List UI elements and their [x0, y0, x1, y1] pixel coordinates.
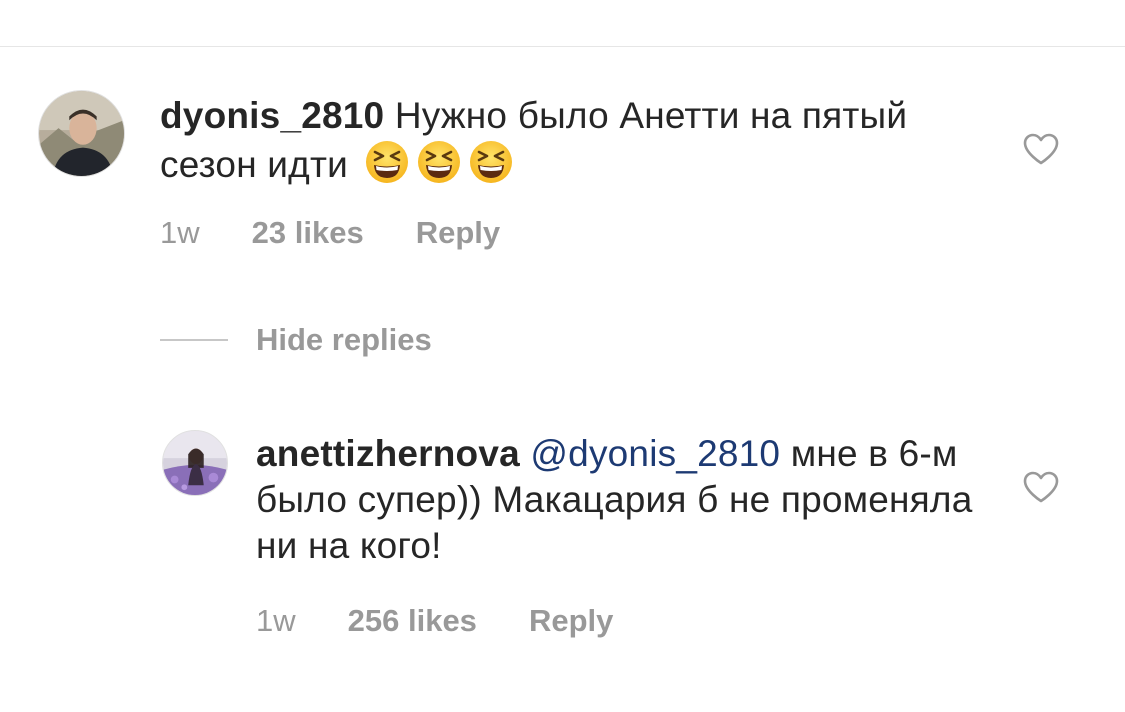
reply-time: 1w	[256, 603, 296, 638]
top-divider	[0, 46, 1125, 47]
hide-replies-label: Hide replies	[256, 322, 432, 357]
comment-text: dyonis_2810 Нужно было Анетти на пятый с…	[160, 93, 960, 188]
comment-likes[interactable]: 23 likes	[252, 215, 364, 251]
avatar[interactable]	[162, 430, 228, 496]
comment-meta: 1w 23 likes Reply	[160, 215, 500, 251]
reply-likes[interactable]: 256 likes	[348, 603, 477, 639]
reply-mention[interactable]: @dyonis_2810	[530, 433, 780, 474]
reply-username[interactable]: anettizhernova	[256, 433, 520, 474]
reply-meta: 1w 256 likes Reply	[256, 603, 613, 639]
laughing-face-icon	[468, 139, 514, 185]
comment-time: 1w	[160, 215, 200, 250]
reply-text: anettizhernova @dyonis_2810 мне в 6-м бы…	[256, 431, 976, 569]
avatar[interactable]	[38, 90, 125, 177]
comment-username[interactable]: dyonis_2810	[160, 95, 384, 136]
hide-replies-line	[160, 339, 228, 341]
emoji-group	[358, 141, 514, 185]
reply-button[interactable]: Reply	[529, 603, 613, 639]
heart-icon[interactable]	[1022, 132, 1060, 166]
reply-button[interactable]: Reply	[416, 215, 500, 251]
hide-replies-button[interactable]: Hide replies	[160, 322, 432, 358]
heart-icon[interactable]	[1022, 470, 1060, 504]
laughing-face-icon	[416, 139, 462, 185]
laughing-face-icon	[364, 139, 410, 185]
